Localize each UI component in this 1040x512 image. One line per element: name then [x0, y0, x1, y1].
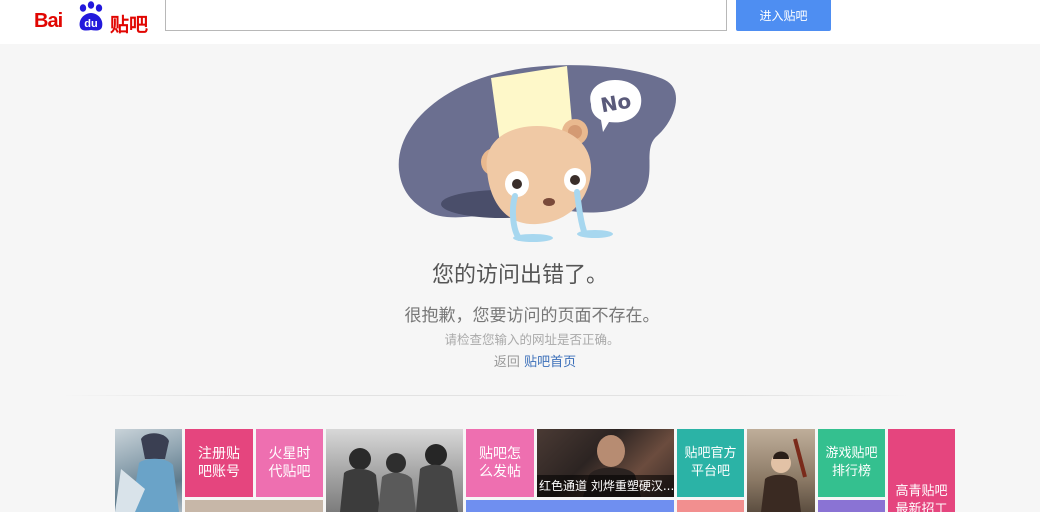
- tile-salmon-bar[interactable]: [677, 500, 744, 512]
- tile-how-to-post[interactable]: 贴吧怎么发帖: [466, 429, 534, 497]
- photo-tile-group[interactable]: [326, 429, 463, 512]
- group-photo-image: [340, 444, 458, 512]
- tile-bottom-photo[interactable]: [185, 500, 323, 512]
- performer-image: [761, 438, 807, 512]
- tile-official-platform[interactable]: 贴吧官方平台吧: [677, 429, 744, 497]
- tile-register-text: 注册贴吧账号: [198, 446, 240, 480]
- tile-games-text: 游戏贴吧排行榜: [825, 446, 878, 479]
- game-character-image: [115, 433, 179, 512]
- red-channel-caption: 红色通道 刘烨重塑硬汉...: [537, 475, 674, 497]
- tile-games-ranking[interactable]: 游戏贴吧排行榜: [818, 429, 885, 497]
- tile-purple-bar[interactable]: [818, 500, 885, 512]
- photo-tile-game-character[interactable]: [115, 429, 182, 512]
- tile-mars-era[interactable]: 火星时代贴吧: [256, 429, 323, 497]
- tile-official-text: 贴吧官方平台吧: [684, 446, 737, 479]
- tile-hd-latest-text: 高青贴吧最新招工: [895, 484, 948, 512]
- tile-register-account[interactable]: 注册贴吧账号: [185, 429, 253, 497]
- tile-how-to-post-text: 贴吧怎么发帖: [479, 446, 521, 480]
- promo-tiles: 注册贴吧账号 火星时代贴吧 贴吧怎么发帖 红色通道 刘烨重塑硬汉... 贴吧官方…: [0, 0, 1040, 512]
- photo-tile-red-channel[interactable]: 红色通道 刘烨重塑硬汉...: [537, 429, 674, 497]
- tile-blue-bar[interactable]: [466, 500, 674, 512]
- tile-hd-latest[interactable]: 高青贴吧最新招工: [888, 429, 955, 512]
- tile-mars-text: 火星时代贴吧: [268, 446, 311, 480]
- photo-tile-performer[interactable]: [747, 429, 815, 512]
